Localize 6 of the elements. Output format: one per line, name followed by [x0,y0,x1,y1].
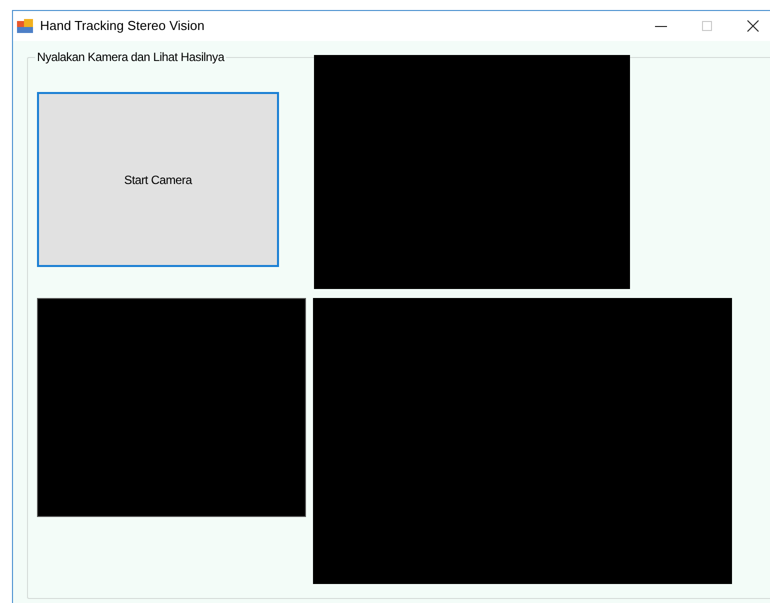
start-camera-button[interactable]: Start Camera [37,92,279,267]
app-icon [17,19,33,33]
close-icon [747,20,759,32]
maximize-icon [701,20,713,32]
window-title: Hand Tracking Stereo Vision [40,17,205,36]
group-label: Nyalakan Kamera dan Lihat Hasilnya [35,49,226,65]
